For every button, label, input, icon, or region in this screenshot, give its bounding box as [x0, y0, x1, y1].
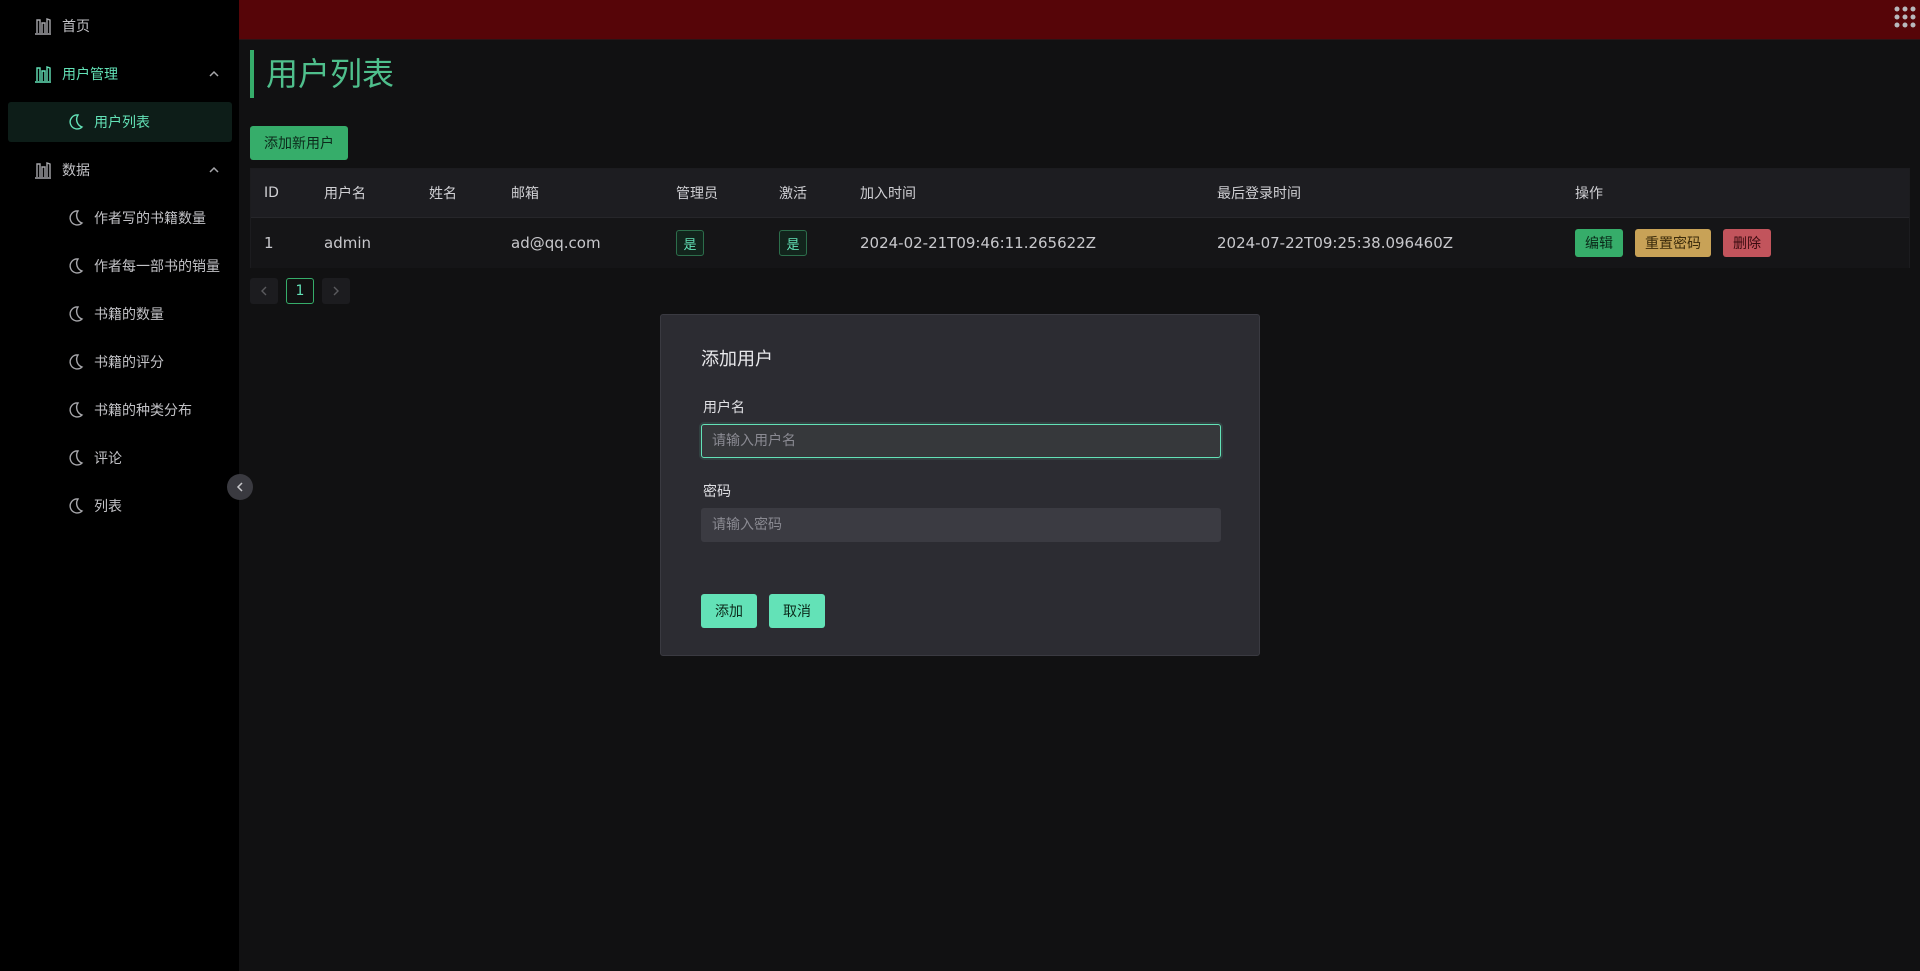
header-email: 邮箱 [511, 186, 539, 202]
active-tag: 是 [779, 230, 807, 256]
moon-icon [64, 351, 86, 373]
chart-icon [32, 63, 54, 85]
sidebar-item-home[interactable]: 首页 [8, 6, 232, 46]
sidebar-item-book-rating[interactable]: 书籍的评分 [8, 342, 232, 382]
header-actions: 操作 [1575, 186, 1603, 202]
add-user-dialog: 添加用户 用户名 密码 添加 取消 [660, 314, 1260, 656]
password-label: 密码 [703, 484, 731, 500]
cancel-button[interactable]: 取消 [769, 594, 825, 628]
sidebar-item-author-book-sales[interactable]: 作者每一部书的销量 [8, 246, 232, 286]
moon-icon [64, 255, 86, 277]
cell-username: admin [324, 234, 371, 252]
password-input[interactable] [701, 508, 1221, 542]
table-row: 1 admin ad@qq.com 是 是 2024-02-21T09:46:1… [251, 217, 1909, 268]
chart-icon [32, 159, 54, 181]
cell-last-login: 2024-07-22T09:25:38.096460Z [1217, 234, 1454, 252]
sidebar-item-data[interactable]: 数据 [8, 150, 232, 190]
apps-grid-icon[interactable] [1892, 4, 1918, 30]
sidebar-item-label: 评论 [94, 451, 122, 467]
pagination-page-1[interactable]: 1 [286, 278, 314, 304]
cell-active: 是 [779, 218, 807, 268]
cell-id: 1 [264, 234, 274, 252]
sidebar-item-label: 用户列表 [94, 115, 150, 131]
add-new-user-button[interactable]: 添加新用户 [250, 126, 348, 160]
moon-icon [64, 399, 86, 421]
page-title: 用户列表 [250, 50, 394, 98]
sidebar-item-label: 书籍的数量 [94, 307, 164, 323]
cell-email: ad@qq.com [511, 234, 601, 252]
cell-admin: 是 [676, 218, 704, 268]
user-table: ID 用户名 姓名 邮箱 管理员 激活 加入时间 最后登录时间 操作 1 adm… [250, 168, 1910, 268]
sidebar-item-label: 作者写的书籍数量 [94, 211, 206, 227]
reset-password-button[interactable]: 重置密码 [1635, 229, 1711, 257]
pagination-next-button[interactable] [322, 278, 350, 304]
moon-icon [64, 447, 86, 469]
sidebar-item-user-management[interactable]: 用户管理 [8, 54, 232, 94]
dialog-title: 添加用户 [701, 349, 773, 370]
chart-icon [32, 15, 54, 37]
sidebar-item-label: 书籍的评分 [94, 355, 164, 371]
top-bar [239, 0, 1920, 40]
chevron-left-icon [236, 482, 243, 492]
sidebar-item-book-count[interactable]: 书籍的数量 [8, 294, 232, 334]
sidebar-item-label: 列表 [94, 499, 122, 515]
sidebar-item-book-category[interactable]: 书籍的种类分布 [8, 390, 232, 430]
edit-button[interactable]: 编辑 [1575, 229, 1623, 257]
moon-icon [64, 303, 86, 325]
header-active: 激活 [779, 186, 807, 202]
username-label: 用户名 [703, 400, 745, 416]
sidebar-item-user-list[interactable]: 用户列表 [8, 102, 232, 142]
header-username: 用户名 [324, 186, 366, 202]
chevron-left-icon [261, 286, 267, 296]
sidebar-item-list[interactable]: 列表 [8, 486, 232, 526]
moon-icon [64, 495, 86, 517]
table-header: ID 用户名 姓名 邮箱 管理员 激活 加入时间 最后登录时间 操作 [251, 169, 1909, 217]
admin-tag: 是 [676, 230, 704, 256]
sidebar-item-author-book-count[interactable]: 作者写的书籍数量 [8, 198, 232, 238]
sidebar-item-label: 书籍的种类分布 [94, 403, 192, 419]
sidebar: 首页 用户管理 用户列表 数据 作者写的书籍数量 作者每一部书的销量 书籍的数量… [0, 0, 239, 971]
moon-icon [64, 207, 86, 229]
moon-icon [64, 111, 86, 133]
header-last-login: 最后登录时间 [1217, 186, 1301, 202]
sidebar-item-label: 作者每一部书的销量 [94, 259, 220, 275]
header-name: 姓名 [429, 186, 457, 202]
sidebar-item-comments[interactable]: 评论 [8, 438, 232, 478]
header-joined: 加入时间 [860, 186, 916, 202]
chevron-up-icon [209, 166, 219, 173]
chevron-right-icon [333, 286, 339, 296]
cell-actions: 编辑 重置密码 删除 [1575, 218, 1783, 268]
header-admin: 管理员 [676, 186, 718, 202]
delete-button[interactable]: 删除 [1723, 229, 1771, 257]
pagination-prev-button[interactable] [250, 278, 278, 304]
username-input[interactable] [701, 424, 1221, 458]
sidebar-item-label: 数据 [62, 163, 90, 179]
sidebar-item-label: 用户管理 [62, 67, 118, 83]
submit-add-button[interactable]: 添加 [701, 594, 757, 628]
sidebar-collapse-button[interactable] [227, 474, 253, 500]
cell-joined: 2024-02-21T09:46:11.265622Z [860, 234, 1097, 252]
chevron-up-icon [209, 70, 219, 77]
sidebar-item-label: 首页 [62, 19, 90, 35]
header-id: ID [264, 185, 279, 201]
